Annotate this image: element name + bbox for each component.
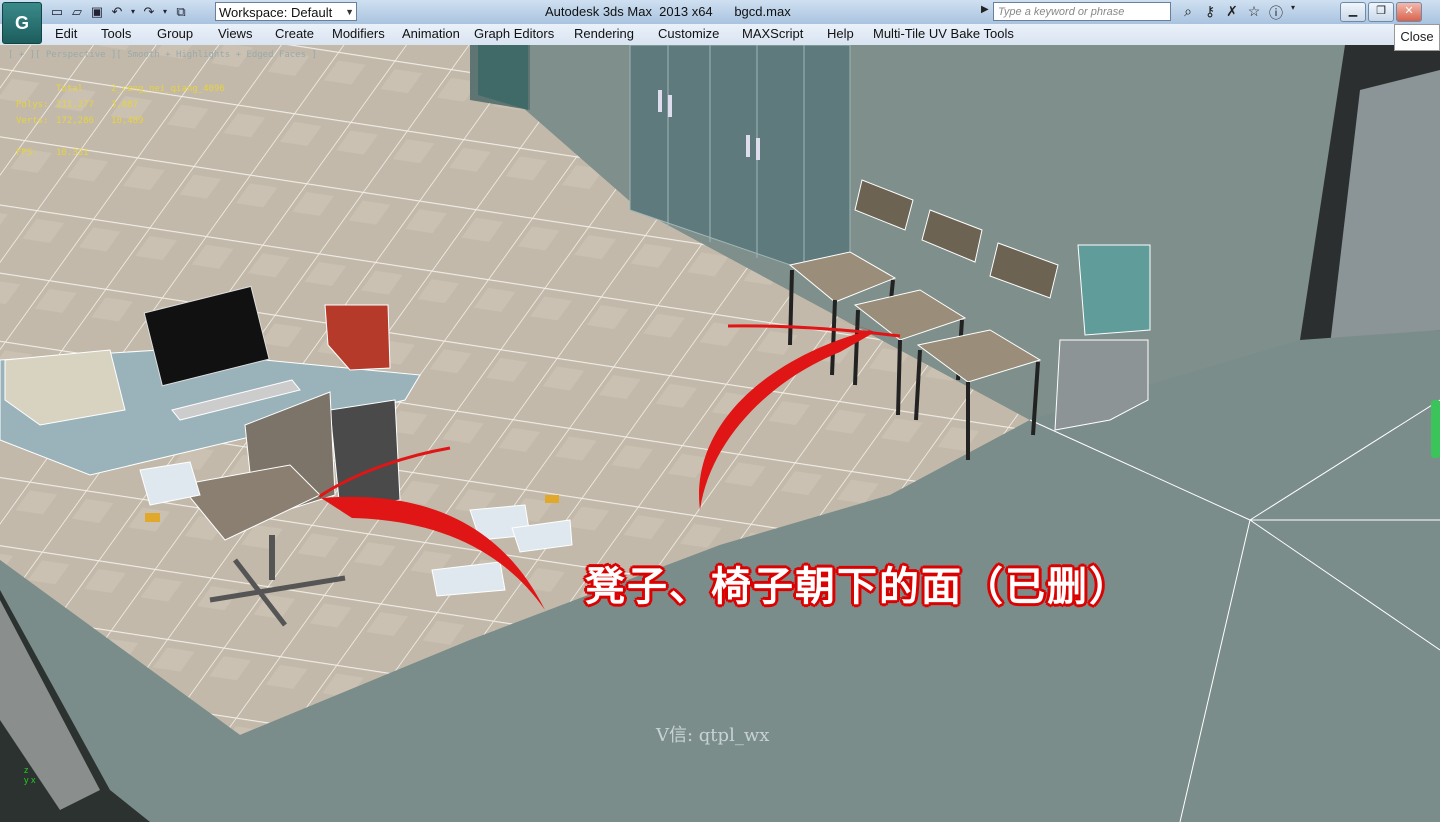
save-icon[interactable]: ▣ (88, 3, 106, 21)
scene-render (0, 45, 1440, 822)
stats-verts-label: Verts: (16, 116, 49, 126)
menu-modifiers[interactable]: Modifiers (332, 26, 385, 41)
workspace-dropdown[interactable]: Workspace: Default ▼ (215, 2, 357, 21)
search-input[interactable]: Type a keyword or phrase (993, 2, 1171, 21)
minimize-button[interactable]: ▁ (1340, 2, 1366, 22)
menu-help[interactable]: Help (827, 26, 854, 41)
favorite-icon[interactable]: ☆ (1243, 3, 1265, 23)
scroll-handle[interactable] (1431, 400, 1440, 458)
stats-object-header: 2_ceng_nei_qiang_4096 (111, 84, 225, 94)
menu-bar: Edit Tools Group Views Create Modifiers … (0, 24, 1440, 46)
menu-animation[interactable]: Animation (402, 26, 460, 41)
help-dropdown-icon[interactable]: ▾ (1287, 3, 1299, 23)
menu-graph-editors[interactable]: Graph Editors (474, 26, 554, 41)
stats-total-header: Total (56, 84, 84, 94)
stats-polys-total: 211,277 (56, 100, 94, 110)
search-expand-icon[interactable]: ▶ (981, 4, 989, 15)
chevron-down-icon: ▼ (345, 7, 354, 17)
axis-tripod-icon: z y x (24, 765, 36, 785)
stats-fps-label: FPS: (16, 148, 38, 158)
stats-fps-value: 10.331 (56, 148, 89, 158)
open-icon[interactable]: ▱ (68, 3, 86, 21)
stats-verts-total: 172,286 (56, 116, 94, 126)
menu-create[interactable]: Create (275, 26, 314, 41)
menu-views[interactable]: Views (218, 26, 252, 41)
stats-polys-object: 3,087 (111, 100, 139, 110)
pc-tower (329, 399, 401, 511)
app-logo-icon[interactable]: G (2, 2, 42, 44)
restore-button[interactable]: ❐ (1368, 2, 1394, 22)
workspace-label: Workspace: Default (219, 5, 333, 20)
annotation-text: 凳子、椅子朝下的面（已删） (585, 565, 1131, 609)
title-bar: G ▭ ▱ ▣ ↶ ▾ ↷ ▾ ⧉ Workspace: Default ▼ A… (0, 0, 1440, 44)
community-icon[interactable]: ✗ (1221, 3, 1243, 23)
menu-multitile-uv[interactable]: Multi-Tile UV Bake Tools (873, 26, 1014, 41)
redo-dropdown-icon[interactable]: ▾ (160, 3, 170, 21)
project-icon[interactable]: ⧉ (172, 3, 190, 21)
viewport-label[interactable]: [ + ][ Perspective ][ Smooth + Highlight… (8, 50, 317, 60)
menu-maxscript[interactable]: MAXScript (742, 26, 803, 41)
stats-verts-object: 10,489 (111, 116, 144, 126)
menu-group[interactable]: Group (157, 26, 193, 41)
undo-icon[interactable]: ↶ (108, 3, 126, 21)
watermark: V信: qtpl_wx (656, 725, 770, 746)
quick-access-toolbar: ▭ ▱ ▣ ↶ ▾ ↷ ▾ ⧉ (48, 3, 192, 21)
perspective-viewport[interactable]: [ + ][ Perspective ][ Smooth + Highlight… (0, 45, 1440, 822)
menu-edit[interactable]: Edit (55, 26, 77, 41)
menu-rendering[interactable]: Rendering (574, 26, 634, 41)
undo-dropdown-icon[interactable]: ▾ (128, 3, 138, 21)
help-icon[interactable]: ⓘ (1265, 3, 1287, 23)
water-bottle (1077, 244, 1151, 336)
redo-icon[interactable]: ↷ (140, 3, 158, 21)
stats-polys-label: Polys: (16, 100, 49, 110)
close-tooltip: Close (1394, 24, 1440, 51)
close-window-button[interactable]: ✕ (1396, 2, 1422, 22)
new-icon[interactable]: ▭ (48, 3, 66, 21)
binoculars-icon[interactable]: ⌕ (1177, 3, 1199, 23)
menu-tools[interactable]: Tools (101, 26, 131, 41)
key-icon[interactable]: ⚷ (1199, 3, 1221, 23)
menu-customize[interactable]: Customize (658, 26, 719, 41)
window-title: Autodesk 3ds Max 2013 x64 bgcd.max (545, 4, 791, 19)
